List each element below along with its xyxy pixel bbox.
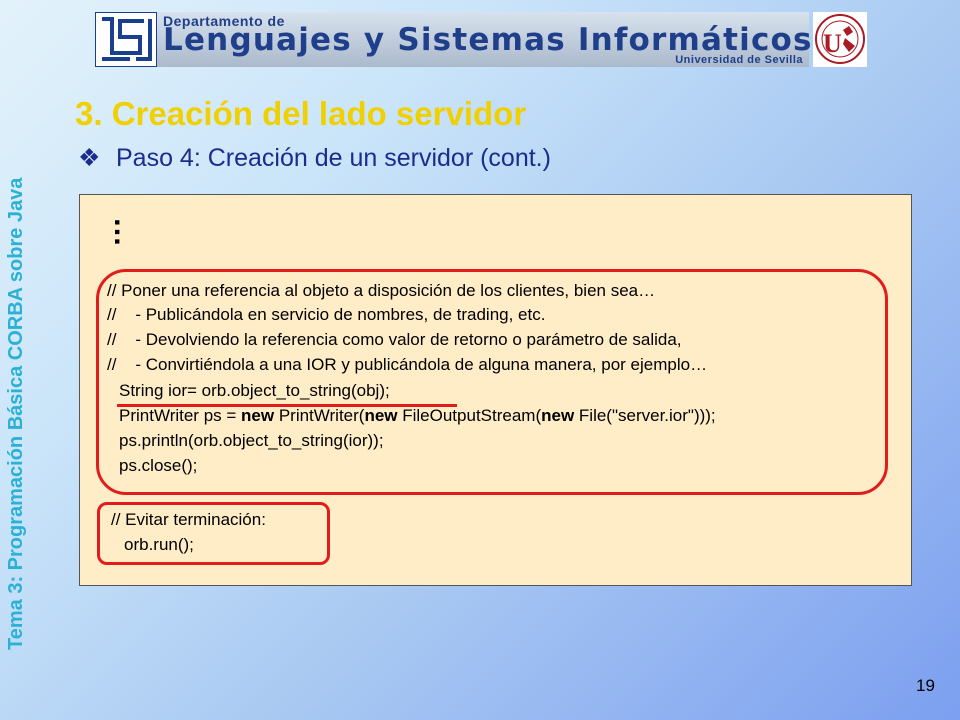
subtitle-text: Paso 4: Creación de un servidor (cont.) [116, 144, 551, 172]
svg-text:U: U [823, 29, 842, 58]
department-banner: Departamento de Lenguajes y Sistemas Inf… [157, 12, 812, 67]
course-topic-label: Tema 3: Programación Básica CORBA sobre … [5, 177, 27, 650]
university-name: Universidad de Sevilla [675, 54, 803, 66]
slide-title: 3. Creación del lado servidor [75, 95, 527, 132]
department-title: Lenguajes y Sistemas Informáticos [163, 22, 813, 58]
university-seal-logo: U [813, 12, 867, 67]
highlight-outline-main [96, 269, 888, 495]
slide-subtitle: ❖ Paso 4: Creación de un servidor (cont.) [78, 143, 551, 173]
highlight-outline-run [97, 502, 330, 565]
vertical-ellipsis: … [108, 217, 141, 241]
highlight-underline [117, 404, 457, 407]
page-number: 19 [916, 676, 935, 695]
lsi-logo [95, 12, 157, 67]
diamond-bullet-icon: ❖ [78, 144, 101, 172]
header-banner: Departamento de Lenguajes y Sistemas Inf… [95, 12, 867, 67]
